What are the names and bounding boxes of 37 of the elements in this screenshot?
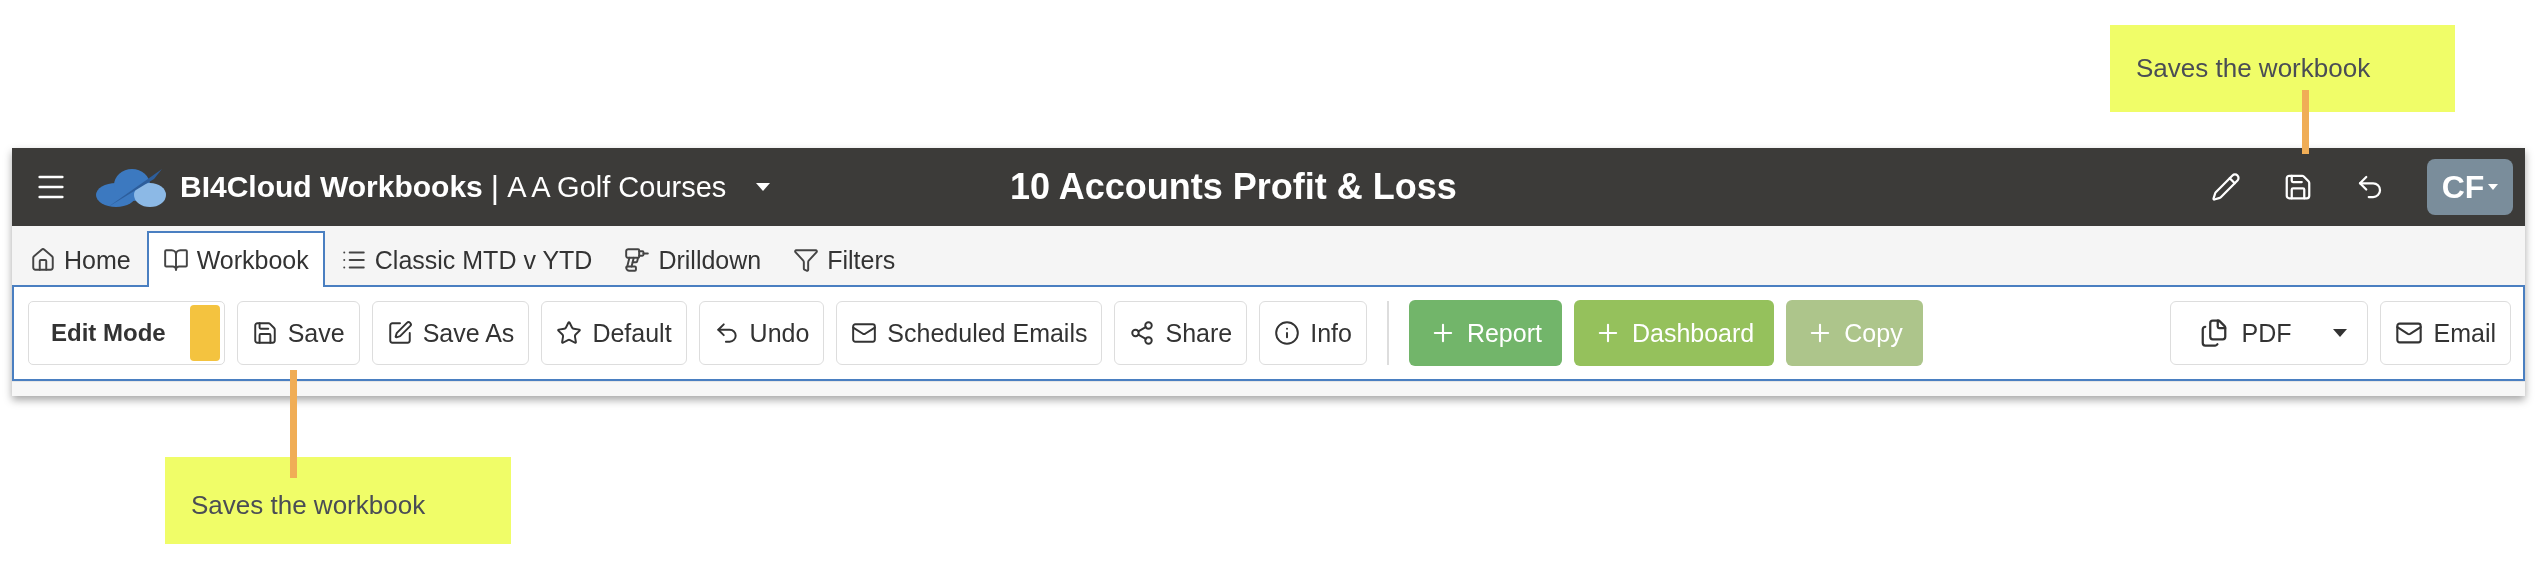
filter-icon: [793, 247, 820, 273]
app-name: BI4Cloud Workbooks: [180, 170, 483, 204]
info-icon: [1274, 320, 1301, 346]
caret-icon: [2488, 184, 2499, 190]
annotation-callout: Saves the workbook: [2110, 25, 2455, 112]
tab[interactable]: Workbook: [146, 231, 325, 287]
star-icon: [556, 320, 583, 346]
toolbar-button[interactable]: Save As: [371, 301, 530, 365]
caret-icon: [2333, 329, 2348, 337]
tab[interactable]: Drilldown: [608, 231, 778, 287]
toolbar-button[interactable]: Info: [1259, 301, 1367, 365]
tab[interactable]: Filters: [777, 231, 912, 287]
caret-icon: [756, 183, 771, 191]
edit-document-icon: [386, 320, 413, 346]
toggle-indicator[interactable]: [189, 305, 220, 361]
export-dropdown[interactable]: PDF: [2170, 301, 2369, 365]
home-icon: [30, 247, 56, 273]
annotation-callout: Saves the workbook: [165, 457, 511, 544]
edit-mode-toggle[interactable]: Edit Mode: [28, 301, 225, 365]
save-icon: [2283, 172, 2313, 202]
company-name[interactable]: A A Golf Courses: [507, 170, 727, 204]
share-icon: [1129, 320, 1156, 346]
drill-icon: [624, 247, 651, 273]
book-icon: [162, 247, 189, 273]
toolbar-button[interactable]: Default: [541, 301, 687, 365]
save-icon: [251, 320, 278, 346]
toolbar-button[interactable]: Share: [1114, 301, 1248, 365]
toolbar-button[interactable]: Save: [236, 301, 360, 365]
workbook-title: 10 Accounts Profit & Loss: [1010, 166, 1457, 208]
envelope-icon: [851, 320, 878, 346]
separator: |: [490, 168, 500, 206]
pencil-icon: [2211, 172, 2241, 202]
email-button[interactable]: Email: [2380, 301, 2511, 365]
tab[interactable]: Classic MTD v YTD: [324, 231, 609, 287]
toolbar-button[interactable]: Scheduled Emails: [836, 301, 1103, 365]
toolbar-button[interactable]: Undo: [698, 301, 825, 365]
tab[interactable]: Home: [14, 231, 147, 287]
